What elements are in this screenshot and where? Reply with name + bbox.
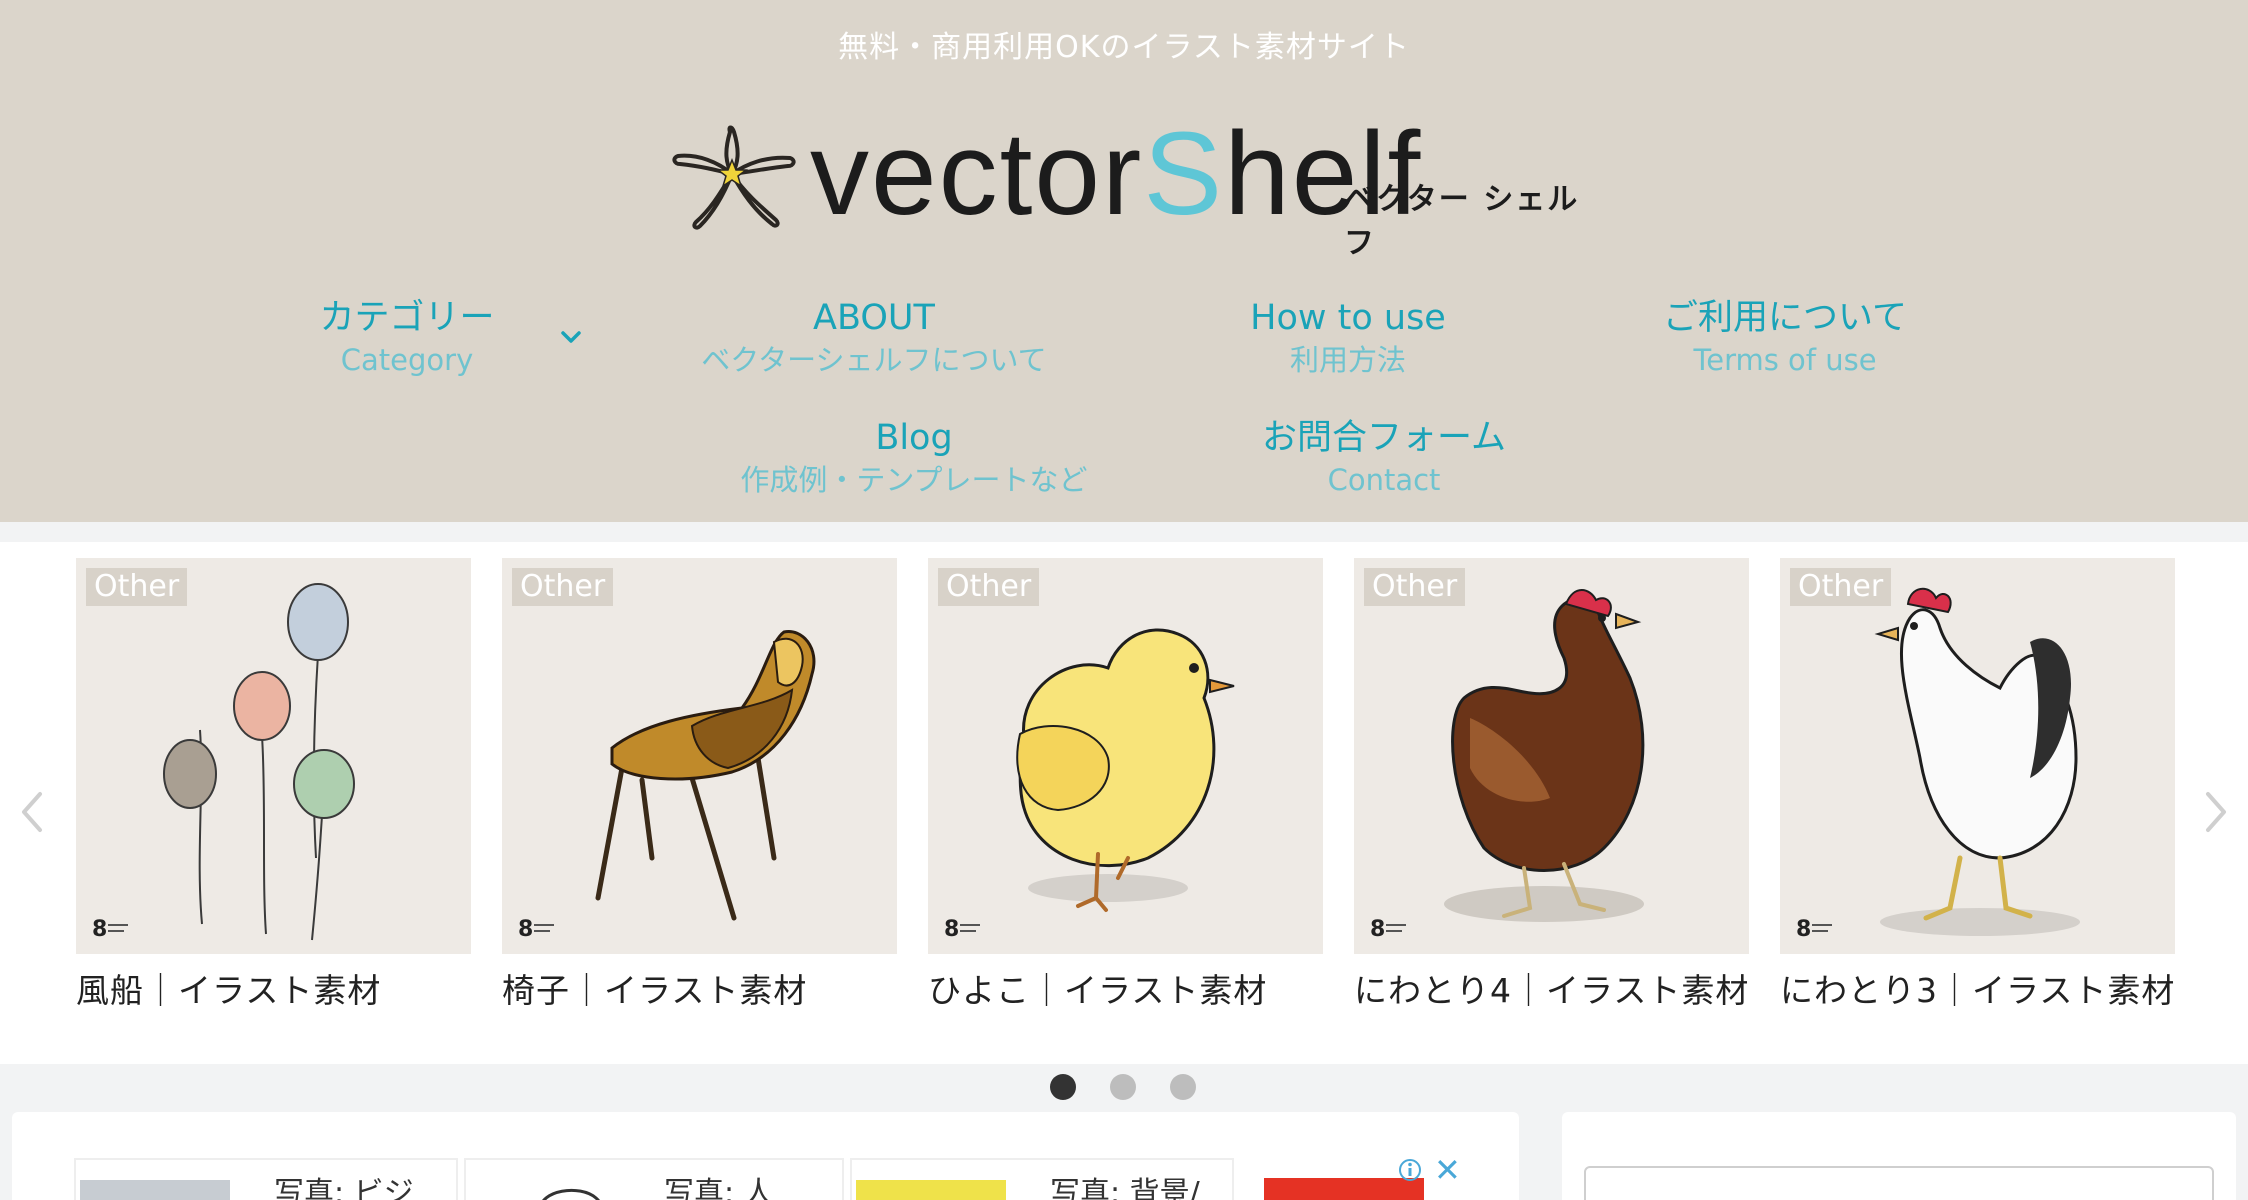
carousel-card[interactable]: Other 8 ひよこ｜イラスト素材 bbox=[928, 558, 1323, 1012]
card-title[interactable]: 風船｜イラスト素材 bbox=[76, 964, 471, 1012]
svg-text:8: 8 bbox=[944, 917, 959, 940]
svg-text:8: 8 bbox=[1796, 917, 1811, 940]
card-thumbnail[interactable]: Other 8 bbox=[928, 558, 1323, 954]
logo-wordmark: vectorShelf bbox=[810, 108, 1423, 240]
nav-category[interactable]: カテゴリー Category bbox=[300, 296, 514, 380]
card-title[interactable]: ひよこ｜イラスト素材 bbox=[928, 964, 1323, 1012]
ad-text: 写真: 人 bbox=[664, 1176, 774, 1200]
category-badge[interactable]: Other bbox=[1364, 568, 1466, 606]
card-thumbnail[interactable]: Other 8 bbox=[76, 558, 471, 954]
nav-blog-label: Blog bbox=[875, 418, 953, 458]
close-icon[interactable]: ✕ bbox=[1434, 1154, 1461, 1186]
nav-terms-sub: Terms of use bbox=[1693, 343, 1877, 377]
ad-tile[interactable]: 写真: ビジ bbox=[74, 1158, 458, 1200]
carousel-card[interactable]: Other 8 にわとり4｜イラスト素材 bbox=[1354, 558, 1749, 1012]
carousel-dot-2[interactable] bbox=[1110, 1074, 1136, 1100]
site-header: 無料・商用利用OKのイラスト素材サイト vectorShelf ベクター シェル… bbox=[0, 0, 2248, 522]
nav-about-sub: ベクターシェルフについて bbox=[701, 343, 1047, 377]
nav-blog-sub: 作成例・テンプレートなど bbox=[740, 463, 1088, 497]
nav-about[interactable]: ABOUT ベクターシェルフについて bbox=[664, 296, 1084, 380]
card-thumbnail[interactable]: Other 8 bbox=[1354, 558, 1749, 954]
watermark-logo-icon: 8 bbox=[1370, 917, 1406, 940]
carousel-dot-3[interactable] bbox=[1170, 1074, 1196, 1100]
chair-illustration-icon bbox=[595, 630, 816, 921]
svg-text:8: 8 bbox=[92, 917, 107, 940]
nav-how-to-use-sub: 利用方法 bbox=[1289, 343, 1406, 377]
nav-category-label: カテゴリー bbox=[319, 298, 495, 338]
nav-contact-label: お問合フォーム bbox=[1262, 418, 1506, 458]
sidebar-panel bbox=[1562, 1112, 2236, 1200]
chevron-down-icon[interactable] bbox=[556, 322, 586, 352]
ad-thumbnail bbox=[80, 1180, 230, 1200]
nav-contact-sub: Contact bbox=[1327, 463, 1441, 497]
site-tagline: 無料・商用利用OKのイラスト素材サイト bbox=[838, 30, 1410, 65]
carousel-dot-1[interactable] bbox=[1050, 1074, 1076, 1100]
category-badge[interactable]: Other bbox=[938, 568, 1040, 606]
main-content-panel: 写真: ビジ 写真: 人 写真: 背景/ ✕ bbox=[12, 1112, 1519, 1200]
nav-terms-label: ご利用について bbox=[1663, 298, 1907, 338]
ad-tile[interactable]: 写真: 人 bbox=[464, 1158, 844, 1200]
nav-about-label: ABOUT bbox=[813, 298, 935, 338]
star-logo-icon bbox=[672, 125, 796, 230]
category-badge[interactable]: Other bbox=[1790, 568, 1892, 606]
watermark-logo-icon: 8 bbox=[92, 917, 128, 940]
ad-text: 写真: 背景/ bbox=[1050, 1176, 1200, 1200]
ad-thumbnail bbox=[542, 1188, 600, 1200]
category-badge[interactable]: Other bbox=[512, 568, 614, 606]
nav-blog[interactable]: Blog 作成例・テンプレートなど bbox=[704, 416, 1124, 500]
nav-how-to-use-label: How to use bbox=[1250, 298, 1446, 338]
watermark-logo-icon: 8 bbox=[1796, 917, 1832, 940]
category-badge[interactable]: Other bbox=[86, 568, 188, 606]
ad-thumbnail bbox=[856, 1180, 1006, 1200]
card-title[interactable]: にわとり3｜イラスト素材 bbox=[1780, 964, 2175, 1012]
nav-contact[interactable]: お問合フォーム Contact bbox=[1254, 416, 1514, 500]
logo-subtitle: ベクター シェルフ bbox=[1344, 182, 1580, 261]
search-input[interactable] bbox=[1584, 1166, 2214, 1200]
watermark-logo-icon: 8 bbox=[518, 917, 554, 940]
carousel-next-icon[interactable] bbox=[2196, 782, 2236, 842]
svg-text:8: 8 bbox=[1370, 917, 1385, 940]
card-thumbnail[interactable]: Other 8 bbox=[1780, 558, 2175, 954]
nav-terms[interactable]: ご利用について Terms of use bbox=[1640, 296, 1930, 380]
white-rooster-illustration-icon bbox=[1874, 588, 2080, 936]
carousel-card[interactable]: Other 8 風船｜イラスト素材 bbox=[76, 558, 471, 1012]
card-title[interactable]: にわとり4｜イラスト素材 bbox=[1354, 964, 1749, 1012]
svg-text:8: 8 bbox=[518, 917, 533, 940]
ad-text: 写真: ビジ bbox=[274, 1176, 414, 1200]
chick-illustration-icon bbox=[1016, 628, 1235, 912]
card-title[interactable]: 椅子｜イラスト素材 bbox=[502, 964, 897, 1012]
carousel-card[interactable]: Other 8 にわとり3｜イラスト素材 bbox=[1780, 558, 2175, 1012]
brown-hen-illustration-icon bbox=[1444, 589, 1645, 922]
ad-tile[interactable]: 写真: 背景/ bbox=[850, 1158, 1234, 1200]
nav-how-to-use[interactable]: How to use 利用方法 bbox=[1218, 296, 1478, 380]
card-thumbnail[interactable]: Other 8 bbox=[502, 558, 897, 954]
carousel-prev-icon[interactable] bbox=[12, 782, 52, 842]
carousel-card[interactable]: Other 8 椅子｜イラスト素材 bbox=[502, 558, 897, 1012]
watermark-logo-icon: 8 bbox=[944, 917, 980, 940]
featured-carousel: Other 8 風船｜イラスト素材 Other 8 椅子｜イラスト素材 Othe… bbox=[0, 542, 2248, 1064]
balloons-illustration-icon bbox=[163, 583, 355, 941]
nav-category-sub: Category bbox=[340, 343, 474, 377]
info-icon[interactable] bbox=[1398, 1158, 1422, 1182]
carousel-pagination bbox=[1050, 1074, 1250, 1104]
site-logo[interactable]: vectorShelf ベクター シェルフ bbox=[668, 108, 1588, 261]
